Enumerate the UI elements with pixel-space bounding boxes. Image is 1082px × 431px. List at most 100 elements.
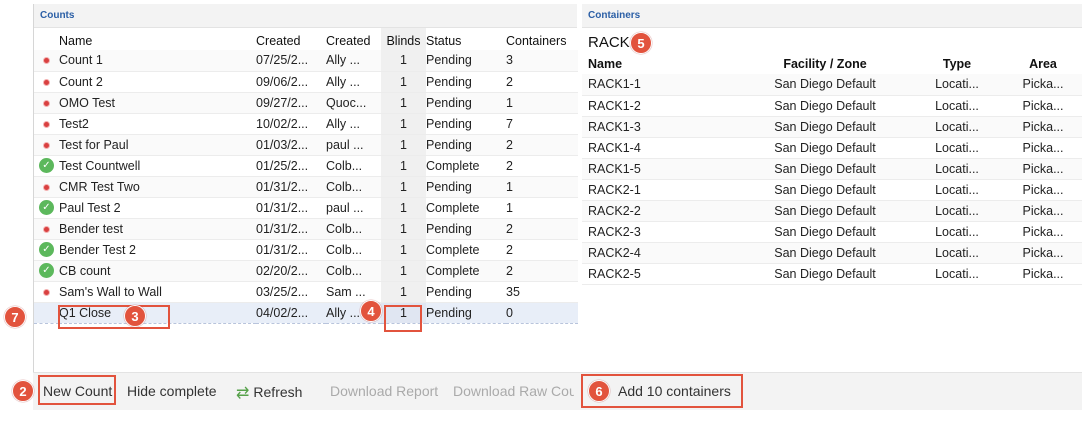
column-header-created-by[interactable]: Created <box>326 28 381 50</box>
status-icon-cell <box>34 71 59 93</box>
container-row[interactable]: RACK1-5 San Diego Default Locati... Picka..… <box>582 158 1082 180</box>
container-row[interactable]: RACK1-2 San Diego Default Locati... Picka..… <box>582 95 1082 117</box>
counts-table: Name Created Created Blinds Status Conta… <box>34 28 578 324</box>
table-row[interactable]: OMO Test 09/27/2... Quoc... 1 Pending 1 <box>34 92 578 114</box>
count-name-cell: Count 1 <box>59 50 256 72</box>
status-cell: Pending <box>426 50 506 72</box>
error-dot-icon <box>43 141 50 149</box>
container-row[interactable]: RACK1-4 San Diego Default Locati... Picka..… <box>582 137 1082 159</box>
column-header-containers[interactable]: Containers <box>506 28 578 50</box>
count-name-cell: Test2 <box>59 113 256 135</box>
blinds-cell: 1 <box>381 197 426 219</box>
area-cell: Picka... <box>998 158 1082 180</box>
created-date-cell: 03/25/2... <box>256 281 326 303</box>
containers-table: Name Facility / Zone Type Area RACK1-1 Sa… <box>582 54 1082 285</box>
created-by-cell: Sam ... <box>326 281 381 303</box>
status-cell: Pending <box>426 301 506 324</box>
container-row[interactable]: RACK2-1 San Diego Default Locati... Picka..… <box>582 179 1082 201</box>
count-name-cell: OMO Test <box>59 92 256 114</box>
hide-complete-button[interactable]: Hide complete <box>127 383 217 399</box>
column-header-created-date[interactable]: Created <box>256 28 326 50</box>
area-cell: Picka... <box>998 137 1082 159</box>
new-count-name-highlight <box>58 305 170 329</box>
count-name-cell: Bender Test 2 <box>59 239 256 261</box>
table-row[interactable]: Test for Paul 01/03/2... paul ... 1 Pending 2 <box>34 134 578 156</box>
refresh-button-label: Refresh <box>253 384 303 400</box>
column-header-facility-zone[interactable]: Facility / Zone <box>734 54 910 74</box>
column-header-type[interactable]: Type <box>910 54 998 74</box>
error-dot-icon <box>43 78 50 86</box>
table-row[interactable]: Sam's Wall to Wall 03/25/2... Sam ... 1 Pend… <box>34 281 578 303</box>
download-report-button[interactable]: Download Report <box>330 383 438 399</box>
table-row[interactable]: Test2 10/02/2... Ally ... 1 Pending 7 <box>34 113 578 135</box>
created-by-cell: Quoc... <box>326 92 381 114</box>
facility-zone-cell: San Diego Default <box>734 200 910 222</box>
type-cell: Locati... <box>910 74 998 96</box>
area-cell: Picka... <box>998 200 1082 222</box>
facility-zone-cell: San Diego Default <box>734 242 910 264</box>
container-row[interactable]: RACK2-2 San Diego Default Locati... Picka..… <box>582 200 1082 222</box>
error-dot-icon <box>43 288 50 296</box>
table-row[interactable]: Count 1 07/25/2... Ally ... 1 Pending 3 <box>34 50 578 72</box>
created-date-cell: 01/31/2... <box>256 176 326 198</box>
table-row[interactable]: Bender test 01/31/2... Colb... 1 Pending 2 <box>34 218 578 240</box>
area-cell: Picka... <box>998 221 1082 243</box>
container-row[interactable]: RACK1-1 San Diego Default Locati... Picka..… <box>582 74 1082 96</box>
facility-zone-cell: San Diego Default <box>734 137 910 159</box>
facility-zone-cell: San Diego Default <box>734 116 910 138</box>
rack-filter-label[interactable]: RACK <box>582 28 1082 54</box>
created-by-cell: Colb... <box>326 218 381 240</box>
column-header-name[interactable]: Name <box>59 28 256 50</box>
column-header-status[interactable]: Status <box>426 28 506 50</box>
column-header-blinds[interactable]: Blinds <box>381 28 426 50</box>
blinds-cell: 1 <box>381 92 426 114</box>
created-date-cell: 09/27/2... <box>256 92 326 114</box>
table-row[interactable]: ✓ Bender Test 2 01/31/2... Colb... 1 Complete… <box>34 239 578 261</box>
callout-7: 7 <box>4 306 26 328</box>
containers-count-cell: 35 <box>506 281 578 303</box>
type-cell: Locati... <box>910 200 998 222</box>
containers-count-cell: 1 <box>506 92 578 114</box>
blinds-cell: 1 <box>381 71 426 93</box>
check-circle-icon: ✓ <box>39 158 54 174</box>
blinds-cell: 1 <box>381 50 426 72</box>
table-row[interactable]: CMR Test Two 01/31/2... Colb... 1 Pending 1 <box>34 176 578 198</box>
container-row[interactable]: RACK2-5 San Diego Default Locati... Picka..… <box>582 263 1082 285</box>
type-cell: Locati... <box>910 221 998 243</box>
created-date-cell: 04/02/2... <box>256 301 326 324</box>
containers-panel: Containers RACK Name Facility / Zone Typ… <box>582 4 1082 372</box>
type-cell: Locati... <box>910 158 998 180</box>
callout-5: 5 <box>630 32 652 54</box>
table-row[interactable]: Count 2 09/06/2... Ally ... 1 Pending 2 <box>34 71 578 93</box>
type-cell: Locati... <box>910 95 998 117</box>
area-cell: Picka... <box>998 116 1082 138</box>
facility-zone-cell: San Diego Default <box>734 221 910 243</box>
status-cell: Pending <box>426 281 506 303</box>
table-row[interactable]: ✓ Test Countwell 01/25/2... Colb... 1 Complet… <box>34 155 578 177</box>
status-cell: Complete <box>426 239 506 261</box>
blinds-cell: 1 <box>381 134 426 156</box>
created-date-cell: 09/06/2... <box>256 71 326 93</box>
column-header-area[interactable]: Area <box>998 54 1082 74</box>
containers-count-cell: 0 <box>506 301 578 324</box>
download-raw-count-button[interactable]: Download Raw Cou <box>453 383 574 399</box>
count-name-cell: Bender test <box>59 218 256 240</box>
callout-3: 3 <box>124 305 146 327</box>
container-row[interactable]: RACK2-4 San Diego Default Locati... Picka..… <box>582 242 1082 264</box>
status-icon-cell <box>34 92 59 114</box>
table-row[interactable]: ✓ CB count 02/20/2... Colb... 1 Complete 2 <box>34 260 578 282</box>
area-cell: Picka... <box>998 95 1082 117</box>
status-cell: Complete <box>426 260 506 282</box>
container-row[interactable]: RACK2-3 San Diego Default Locati... Picka..… <box>582 221 1082 243</box>
column-header-container-name[interactable]: Name <box>582 54 734 74</box>
refresh-button[interactable]: ⇄ Refresh <box>236 383 302 403</box>
status-icon-cell <box>34 113 59 135</box>
container-row[interactable]: RACK1-3 San Diego Default Locati... Picka..… <box>582 116 1082 138</box>
created-by-cell: Ally ... <box>326 50 381 72</box>
count-name-cell: CMR Test Two <box>59 176 256 198</box>
status-icon-cell <box>34 176 59 198</box>
containers-count-cell: 2 <box>506 218 578 240</box>
table-row[interactable]: ✓ Paul Test 2 01/31/2... paul ... 1 Complete 1 <box>34 197 578 219</box>
counts-header-row: Name Created Created Blinds Status Conta… <box>34 28 578 50</box>
created-by-cell: Colb... <box>326 176 381 198</box>
